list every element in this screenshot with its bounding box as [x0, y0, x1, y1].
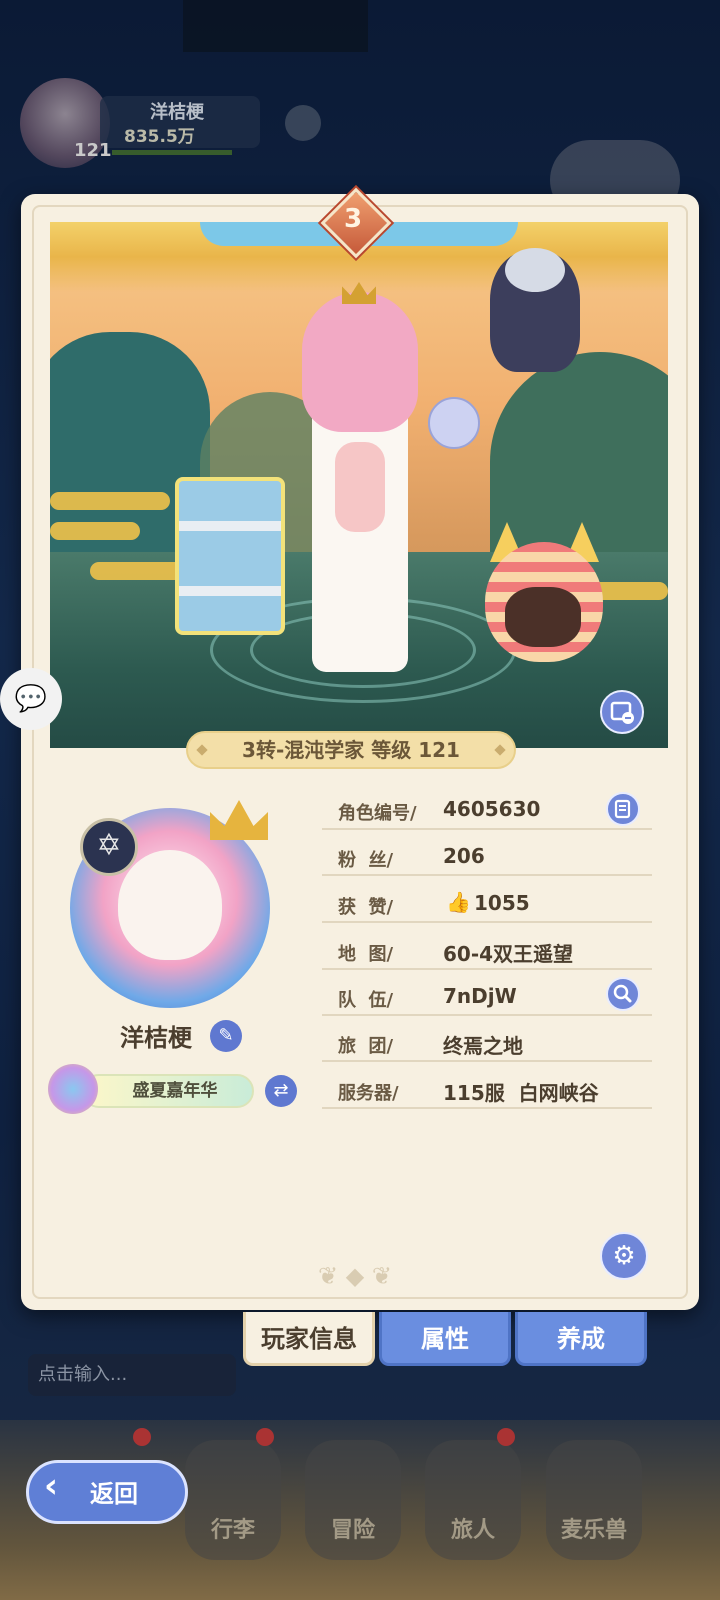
nav-label: 旅人	[450, 1518, 495, 1543]
row-divider	[322, 1107, 652, 1109]
notification-dot	[133, 1428, 151, 1446]
nav-label: 冒险	[330, 1518, 375, 1543]
nav-label: 行李	[210, 1518, 255, 1543]
row-label-map: 地 图/	[338, 944, 394, 965]
title-text: 盛夏嘉年华	[132, 1081, 218, 1101]
hud-player-name: 洋桔梗	[150, 102, 204, 123]
cat-pet-face	[505, 587, 581, 647]
cat-ornament-icon: ❦ ◆ ❦	[318, 1262, 392, 1290]
back-arrow-icon: ‹	[44, 1466, 59, 1506]
edit-name-button[interactable]: ✎	[210, 1020, 242, 1052]
tab-attributes[interactable]: 属性	[379, 1312, 511, 1366]
hud-power: 835.5万	[124, 127, 195, 147]
top-strip	[183, 0, 368, 52]
row-divider	[322, 828, 652, 830]
settings-button[interactable]: ⚙	[600, 1232, 648, 1280]
photo-icon	[610, 701, 634, 724]
notification-dot	[497, 1428, 515, 1446]
suitcase-band	[179, 586, 281, 596]
copy-icon	[614, 799, 631, 819]
row-label-fans: 粉 丝/	[338, 850, 394, 871]
nav-item-luggage[interactable]: 行李	[185, 1440, 281, 1560]
tab-cultivation[interactable]: 养成	[515, 1312, 647, 1366]
cloud	[50, 522, 140, 540]
row-value-fans: 206	[443, 844, 485, 868]
row-label-guild: 旅 团/	[338, 1036, 394, 1057]
search-team-button[interactable]	[606, 977, 640, 1011]
swap-arrows-icon: ⇄	[273, 1080, 289, 1101]
copy-id-button[interactable]	[606, 792, 640, 826]
gear-icon: ⚙	[612, 1241, 636, 1271]
row-value-server: 115服 白网峡谷	[443, 1081, 599, 1105]
hud-guild-icon	[285, 105, 321, 141]
hud-hp-bar	[112, 150, 232, 155]
row-value-map: 60-4双王遥望	[443, 942, 574, 966]
nav-item-pet[interactable]: 麦乐兽	[546, 1440, 642, 1560]
photo-button[interactable]	[600, 690, 644, 734]
swap-title-button[interactable]: ⇄	[265, 1075, 297, 1107]
class-level-text: 3转-混沌学家 等级 121	[242, 738, 460, 762]
nav-item-adventure[interactable]: 冒险	[305, 1440, 401, 1560]
hexagram-emblem-icon: ✡	[80, 818, 138, 876]
row-label-team: 队 伍/	[338, 990, 394, 1011]
row-value-team: 7nDjW	[443, 984, 517, 1008]
suitcase-band	[179, 521, 281, 531]
chat-input[interactable]: 点击输入...	[28, 1354, 236, 1396]
dragon-pet-head	[505, 248, 565, 292]
rank-number: 3	[343, 204, 363, 234]
nav-item-traveler[interactable]: 旅人	[425, 1440, 521, 1560]
hud-level: 121	[74, 140, 112, 161]
thumbs-up-icon: 👍	[446, 890, 471, 914]
portrait-face	[118, 850, 222, 960]
row-divider	[322, 921, 652, 923]
row-divider	[322, 1014, 652, 1016]
row-divider	[322, 874, 652, 876]
search-icon	[613, 984, 632, 1003]
tab-player-info[interactable]: 玩家信息	[243, 1312, 375, 1366]
character-belly	[335, 442, 385, 532]
notification-dot	[256, 1428, 274, 1446]
cloud	[50, 492, 170, 510]
back-label: 返回	[90, 1480, 138, 1508]
chat-bubble-button[interactable]: 💬	[0, 668, 62, 730]
nav-label: 麦乐兽	[560, 1518, 627, 1543]
row-divider	[322, 1060, 652, 1062]
character-scene	[50, 222, 668, 748]
row-value-likes: 1055	[474, 891, 530, 915]
suitcase-prop	[175, 477, 285, 635]
balloon-prop	[428, 397, 480, 449]
pencil-icon: ✎	[218, 1025, 234, 1046]
row-label-likes: 获 赞/	[338, 897, 394, 918]
row-label-role-id: 角色编号/	[338, 803, 417, 824]
character-hair	[302, 292, 418, 432]
chat-icon: 💬	[14, 684, 48, 714]
row-divider	[322, 968, 652, 970]
title-badge-icon	[48, 1064, 98, 1114]
row-label-server: 服务器/	[338, 1083, 399, 1104]
row-value-role-id: 4605630	[443, 797, 541, 821]
row-value-guild: 终焉之地	[443, 1034, 523, 1058]
